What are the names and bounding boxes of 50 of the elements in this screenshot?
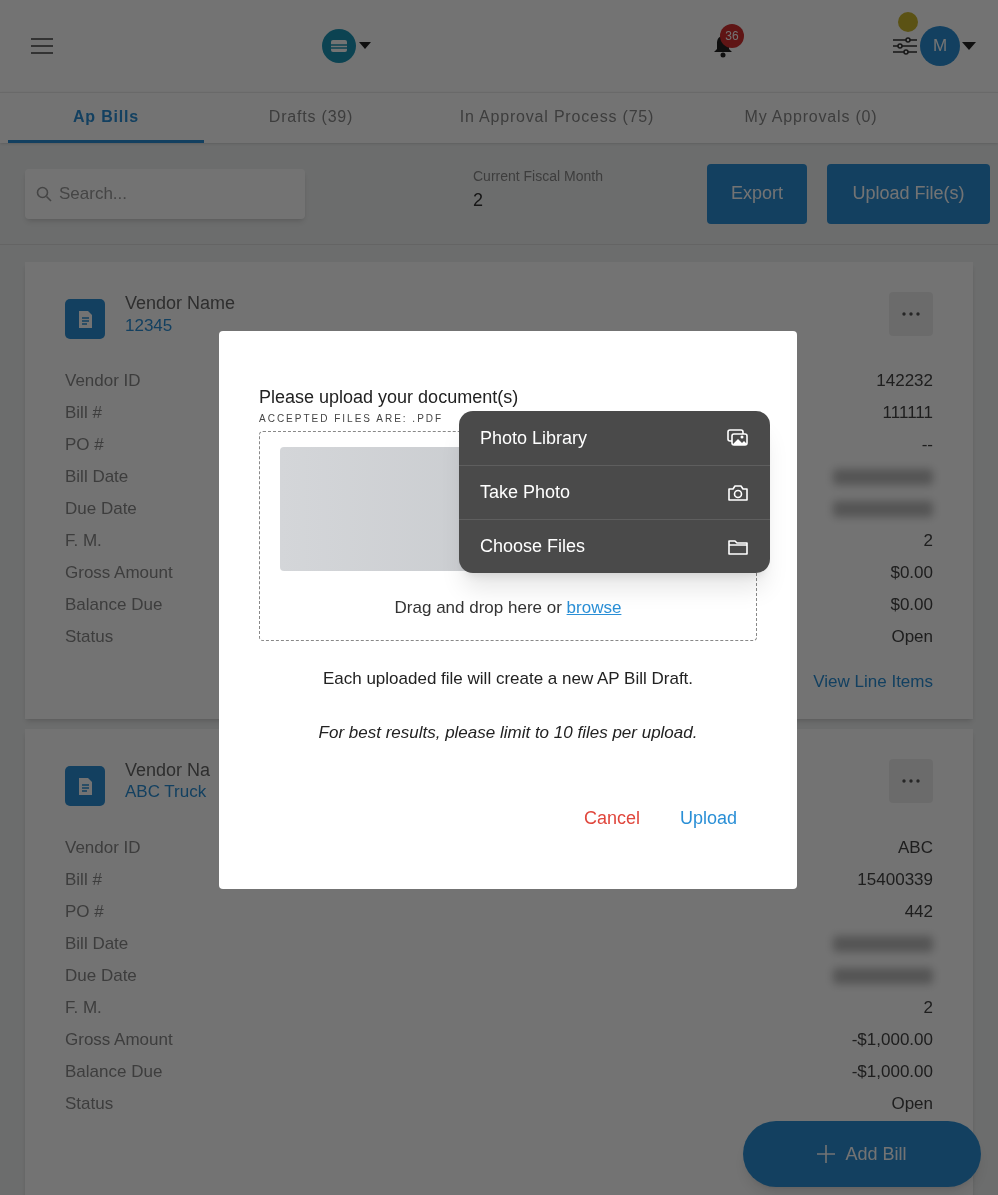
upload-button[interactable]: Upload <box>679 805 737 832</box>
logo-icon[interactable] <box>322 29 372 63</box>
browse-link[interactable]: browse <box>566 598 622 617</box>
vendor-value: 12345 <box>125 314 174 336</box>
plus-icon <box>817 1145 836 1163</box>
menu-icon[interactable] <box>30 37 54 55</box>
info-text: Each uploaded file will create a new AP Bill Draft. <box>321 668 695 690</box>
field-value: 15400339 <box>857 868 933 891</box>
caret-icon[interactable] <box>962 42 976 50</box>
tab[interactable]: Ap Bills <box>8 93 204 143</box>
folder-icon <box>727 537 749 556</box>
view-line-items-link[interactable]: View Line Items <box>813 669 933 695</box>
field-value: 111111 <box>882 402 933 425</box>
field-value: 142232 <box>876 370 933 393</box>
search-icon <box>36 185 52 202</box>
field-value: $0.00 <box>890 594 933 617</box>
field-value: -$1,000.00 <box>851 1060 933 1083</box>
document-icon <box>65 765 105 806</box>
export-button[interactable]: Export <box>707 163 807 224</box>
fiscal-month-value: 2 <box>473 188 484 212</box>
accepted-files-note: ACCEPTED FILES ARE: .PDF <box>259 413 444 425</box>
menu-item[interactable]: Take Photo <box>459 465 770 519</box>
menu-item[interactable]: Choose Files <box>459 519 770 573</box>
menu-item[interactable]: Photo Library <box>459 411 770 465</box>
field-value: -$1,000.00 <box>851 1028 933 1051</box>
drop-instructions: Drag and drop here or browse <box>394 597 622 619</box>
field-value: -- <box>921 434 933 457</box>
vendor-label: Vendor Name <box>125 292 236 315</box>
add-bill-button[interactable]: Add Bill <box>743 1121 981 1187</box>
avatar[interactable]: M <box>920 26 960 66</box>
upload-files-button[interactable]: Upload File(s) <box>827 163 990 224</box>
vendor-value: ABC Truck <box>125 781 208 803</box>
limit-note: For best results, please limit to 10 files per upload. <box>317 721 699 744</box>
dialog-title: Please upload your document(s) <box>259 387 519 408</box>
field-value: 2 <box>923 996 933 1019</box>
document-icon <box>65 299 105 339</box>
field-value: 442 <box>904 900 933 923</box>
more-icon <box>901 778 921 783</box>
vendor-label: Vendor Na <box>125 758 211 781</box>
photos-icon <box>727 429 749 447</box>
notification-badge: 36 <box>720 24 744 48</box>
field-value: ABC <box>898 836 933 859</box>
field-value: $0.00 <box>890 562 933 585</box>
filter-icon[interactable] <box>892 35 918 57</box>
field-value: Open <box>891 1092 933 1115</box>
more-icon <box>901 312 921 316</box>
camera-icon <box>727 483 749 502</box>
field-value: 2 <box>923 530 933 553</box>
field-value: Open <box>891 626 933 649</box>
cancel-button[interactable]: Cancel <box>583 805 640 832</box>
